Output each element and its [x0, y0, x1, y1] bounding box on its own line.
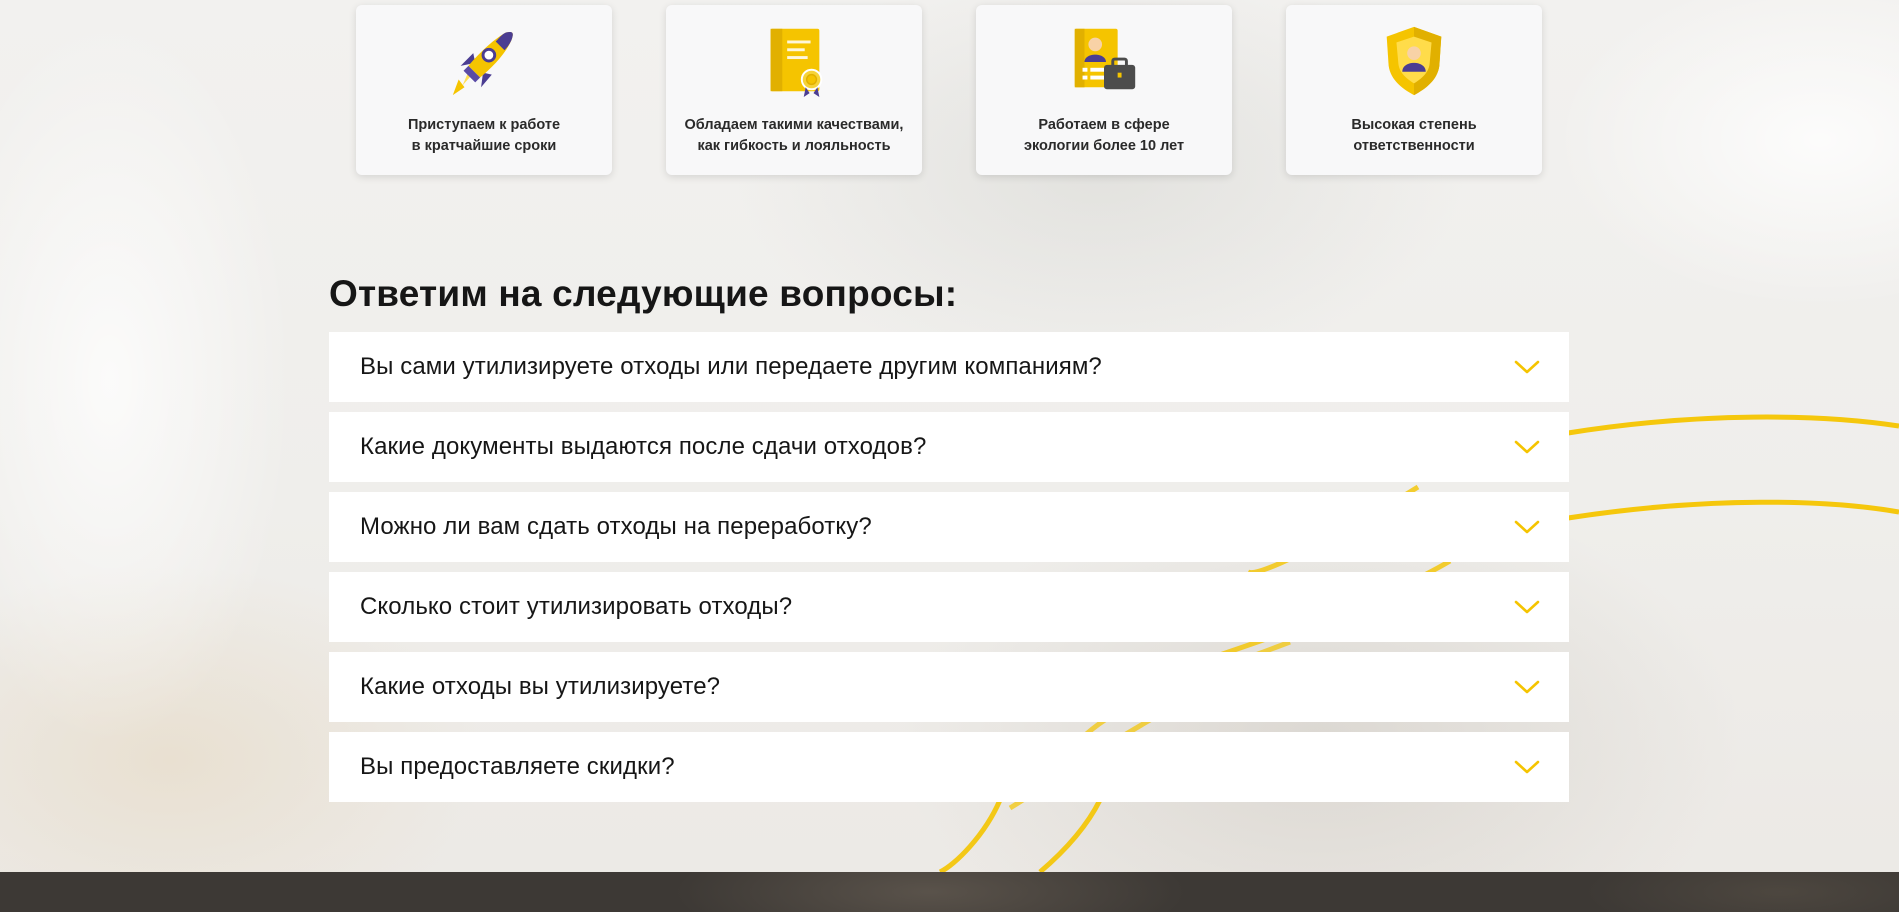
benefit-card-speed: Приступаем к работе в кратчайшие сроки	[356, 5, 612, 175]
benefit-text: Работаем в сфере экологии более 10 лет	[989, 115, 1219, 157]
faq-question: Какие документы выдаются после сдачи отх…	[360, 433, 927, 460]
faq-item[interactable]: Вы сами утилизируете отходы или передает…	[329, 332, 1569, 402]
footer-strip	[0, 872, 1899, 912]
certificate-icon	[770, 28, 823, 98]
benefit-text: Приступаем к работе в кратчайшие сроки	[369, 115, 599, 157]
benefit-card-responsibility: Высокая степень ответственности	[1286, 5, 1542, 175]
faq-item[interactable]: Вы предоставляете скидки?	[329, 732, 1569, 802]
faq-item[interactable]: Сколько стоит утилизировать отходы?	[329, 572, 1569, 642]
faq-list: Вы сами утилизируете отходы или передает…	[329, 332, 1569, 812]
benefit-line-1: Приступаем к работе	[407, 117, 561, 133]
chevron-down-icon	[1514, 360, 1540, 374]
shield-user-icon	[1386, 26, 1442, 96]
benefit-line-1: Высокая степень	[1351, 117, 1477, 133]
chevron-down-icon	[1514, 760, 1540, 774]
benefit-line-2: экологии более 10 лет	[1023, 138, 1185, 154]
chevron-down-icon	[1514, 680, 1540, 694]
chevron-down-icon	[1514, 600, 1540, 614]
benefit-card-experience: Работаем в сфере экологии более 10 лет	[976, 5, 1232, 175]
faq-item[interactable]: Какие документы выдаются после сдачи отх…	[329, 412, 1569, 482]
faq-item[interactable]: Можно ли вам сдать отходы на переработку…	[329, 492, 1569, 562]
benefit-text: Обладаем такими качествами, как гибкость…	[679, 115, 909, 157]
faq-question: Вы сами утилизируете отходы или передает…	[360, 353, 1102, 380]
faq-question: Можно ли вам сдать отходы на переработку…	[360, 513, 872, 540]
benefit-line-1: Обладаем такими качествами,	[684, 117, 904, 133]
chevron-down-icon	[1514, 440, 1540, 454]
faq-item[interactable]: Какие отходы вы утилизируете?	[329, 652, 1569, 722]
benefit-text: Высокая степень ответственности	[1299, 115, 1529, 157]
benefit-line-2: в кратчайшие сроки	[411, 138, 557, 154]
faq-question: Какие отходы вы утилизируете?	[360, 673, 721, 700]
resume-briefcase-icon	[1074, 28, 1136, 90]
footer-background-image	[0, 872, 1899, 912]
faq-question: Сколько стоит утилизировать отходы?	[360, 593, 793, 620]
benefit-card-flexibility: Обладаем такими качествами, как гибкость…	[666, 5, 922, 175]
benefit-line-1: Работаем в сфере	[1038, 117, 1170, 133]
faq-question: Вы предоставляете скидки?	[360, 753, 675, 780]
faq-title: Ответим на следующие вопросы:	[329, 273, 958, 314]
benefit-line-2: ответственности	[1353, 138, 1475, 154]
rocket-icon	[452, 31, 513, 96]
benefits-row: Приступаем к работе в кратчайшие сроки О…	[356, 5, 1542, 175]
chevron-down-icon	[1514, 520, 1540, 534]
benefit-line-2: как гибкость и лояльность	[697, 138, 891, 154]
